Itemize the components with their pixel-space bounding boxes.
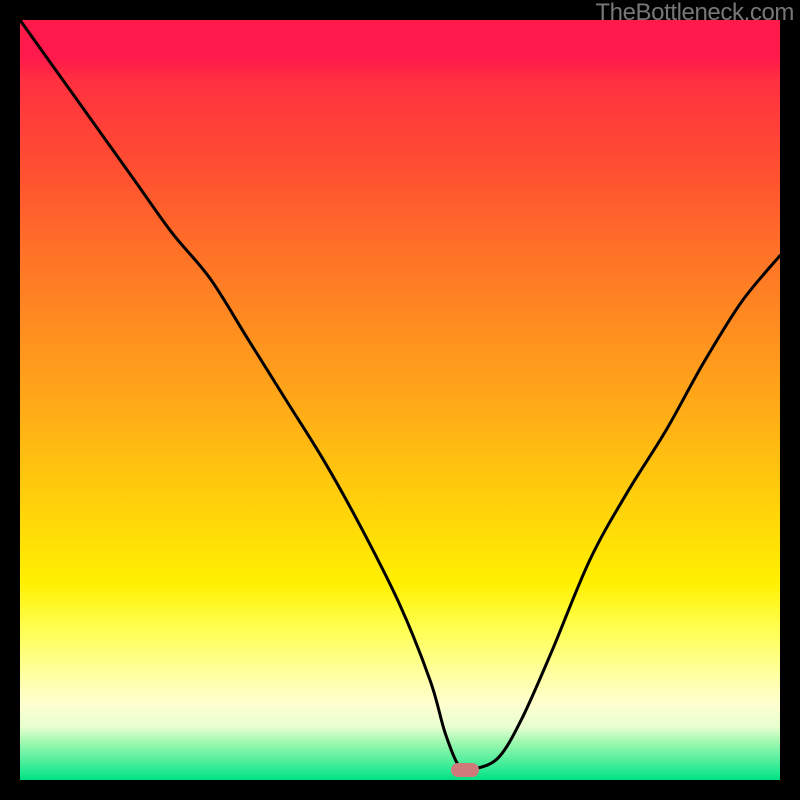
bottleneck-curve xyxy=(20,20,780,780)
chart-container: TheBottleneck.com xyxy=(0,0,800,800)
optimal-marker xyxy=(451,763,479,777)
watermark-text: TheBottleneck.com xyxy=(595,0,794,27)
plot-area xyxy=(20,20,780,780)
